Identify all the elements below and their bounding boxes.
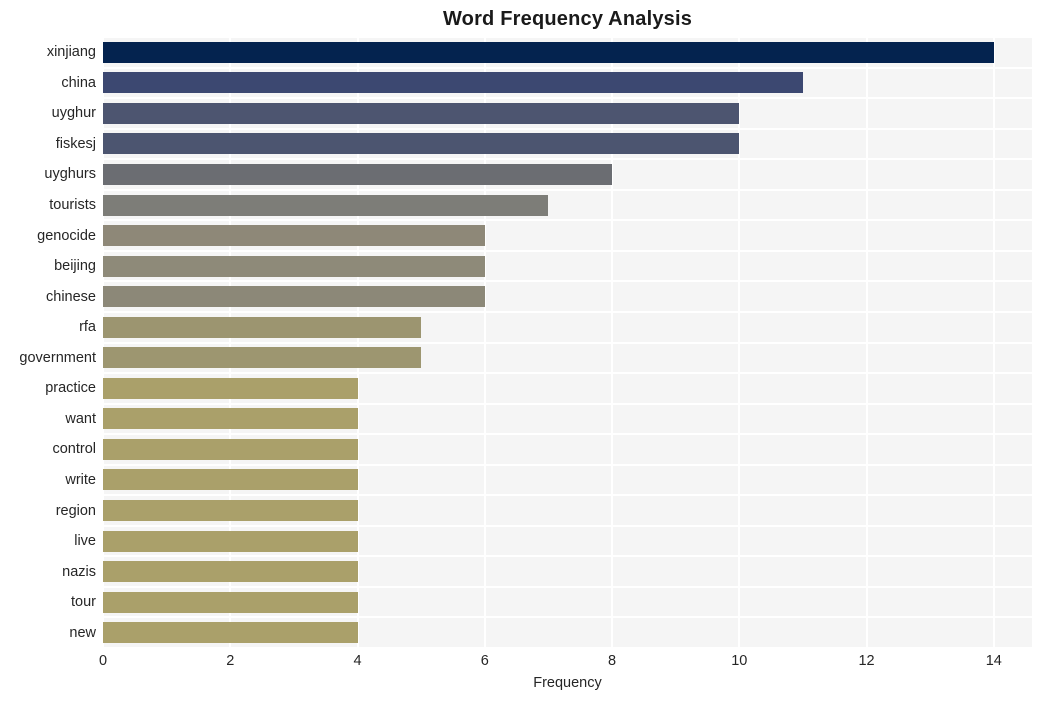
bar-control bbox=[103, 438, 358, 460]
y-tick-label-fiskesj: fiskesj bbox=[55, 135, 96, 152]
y-tick-label-tourists: tourists bbox=[49, 197, 96, 214]
x-tick-label-4: 4 bbox=[353, 653, 362, 669]
horizontal-gridline bbox=[103, 37, 1032, 38]
y-tick-label-write: write bbox=[65, 471, 96, 488]
y-tick-label-uyghurs: uyghurs bbox=[44, 166, 96, 183]
horizontal-gridline bbox=[103, 66, 1032, 69]
bar-china bbox=[103, 72, 803, 94]
x-tick-label-14: 14 bbox=[985, 653, 1002, 669]
horizontal-gridline bbox=[103, 585, 1032, 588]
bar-nazis bbox=[103, 561, 358, 583]
horizontal-gridline bbox=[103, 310, 1032, 313]
bar-want bbox=[103, 408, 358, 430]
y-tick-label-chinese: chinese bbox=[46, 288, 96, 305]
y-tick-label-xinjiang: xinjiang bbox=[46, 44, 96, 61]
y-tick-label-government: government bbox=[19, 349, 96, 366]
plot-area bbox=[103, 37, 1032, 648]
horizontal-gridline bbox=[103, 249, 1032, 252]
y-tick-label-tour: tour bbox=[71, 594, 96, 611]
y-tick-label-region: region bbox=[55, 502, 96, 519]
horizontal-gridline bbox=[103, 555, 1032, 558]
bar-region bbox=[103, 500, 358, 522]
bar-rfa bbox=[103, 316, 422, 338]
y-tick-label-nazis: nazis bbox=[62, 563, 96, 580]
y-tick-label-genocide: genocide bbox=[37, 227, 96, 244]
bar-government bbox=[103, 347, 422, 369]
chart-title: Word Frequency Analysis bbox=[442, 8, 693, 30]
bar-tour bbox=[103, 591, 358, 613]
x-tick-label-12: 12 bbox=[858, 653, 875, 669]
y-tick-label-uyghur: uyghur bbox=[51, 105, 96, 122]
horizontal-gridline bbox=[103, 219, 1032, 222]
horizontal-gridline bbox=[103, 127, 1032, 130]
x-axis-tick-labels: 0 2 4 6 8 10 12 14 bbox=[99, 652, 1032, 676]
bar-write bbox=[103, 469, 358, 491]
bar-beijing bbox=[103, 255, 485, 277]
x-tick-label-6: 6 bbox=[480, 653, 489, 669]
horizontal-gridline bbox=[103, 402, 1032, 405]
y-axis-tick-labels: xinjiang china uyghur fiskesj uyghurs tourist… bbox=[0, 0, 96, 701]
x-tick-label-8: 8 bbox=[607, 653, 617, 669]
bar-uyghur bbox=[103, 102, 740, 124]
y-tick-label-rfa: rfa bbox=[79, 319, 96, 336]
horizontal-gridline bbox=[103, 188, 1032, 191]
word-frequency-chart-figure: Word Frequency Analysis xinjiang china uyg… bbox=[0, 0, 1042, 701]
horizontal-gridline bbox=[103, 433, 1032, 436]
x-tick-label-2: 2 bbox=[226, 653, 235, 669]
horizontal-gridline bbox=[103, 494, 1032, 497]
x-axis-label: Frequency bbox=[533, 675, 602, 691]
bar-tourists bbox=[103, 194, 549, 216]
horizontal-gridline bbox=[103, 616, 1032, 619]
y-tick-label-practice: practice bbox=[45, 380, 96, 397]
horizontal-gridline bbox=[103, 372, 1032, 375]
bar-practice bbox=[103, 377, 358, 399]
x-tick-label-10: 10 bbox=[731, 653, 748, 669]
bar-xinjiang bbox=[103, 41, 994, 63]
y-tick-label-beijing: beijing bbox=[54, 258, 96, 275]
horizontal-gridline bbox=[103, 524, 1032, 527]
bar-uyghurs bbox=[103, 163, 613, 185]
y-tick-label-china: china bbox=[61, 74, 96, 91]
y-tick-label-control: control bbox=[52, 441, 96, 458]
x-tick-label-0: 0 bbox=[98, 653, 108, 669]
y-tick-label-live: live bbox=[74, 533, 96, 550]
horizontal-gridline bbox=[103, 647, 1032, 648]
horizontal-gridline bbox=[103, 97, 1032, 100]
bar-live bbox=[103, 530, 358, 552]
horizontal-gridline bbox=[103, 341, 1032, 344]
horizontal-gridline bbox=[103, 280, 1032, 283]
horizontal-gridline bbox=[103, 158, 1032, 161]
bar-chinese bbox=[103, 286, 485, 308]
bar-new bbox=[103, 622, 358, 644]
y-tick-label-new: new bbox=[69, 624, 96, 641]
y-tick-label-want: want bbox=[65, 410, 96, 427]
horizontal-gridline bbox=[103, 463, 1032, 466]
bar-fiskesj bbox=[103, 133, 740, 155]
bar-genocide bbox=[103, 225, 485, 247]
